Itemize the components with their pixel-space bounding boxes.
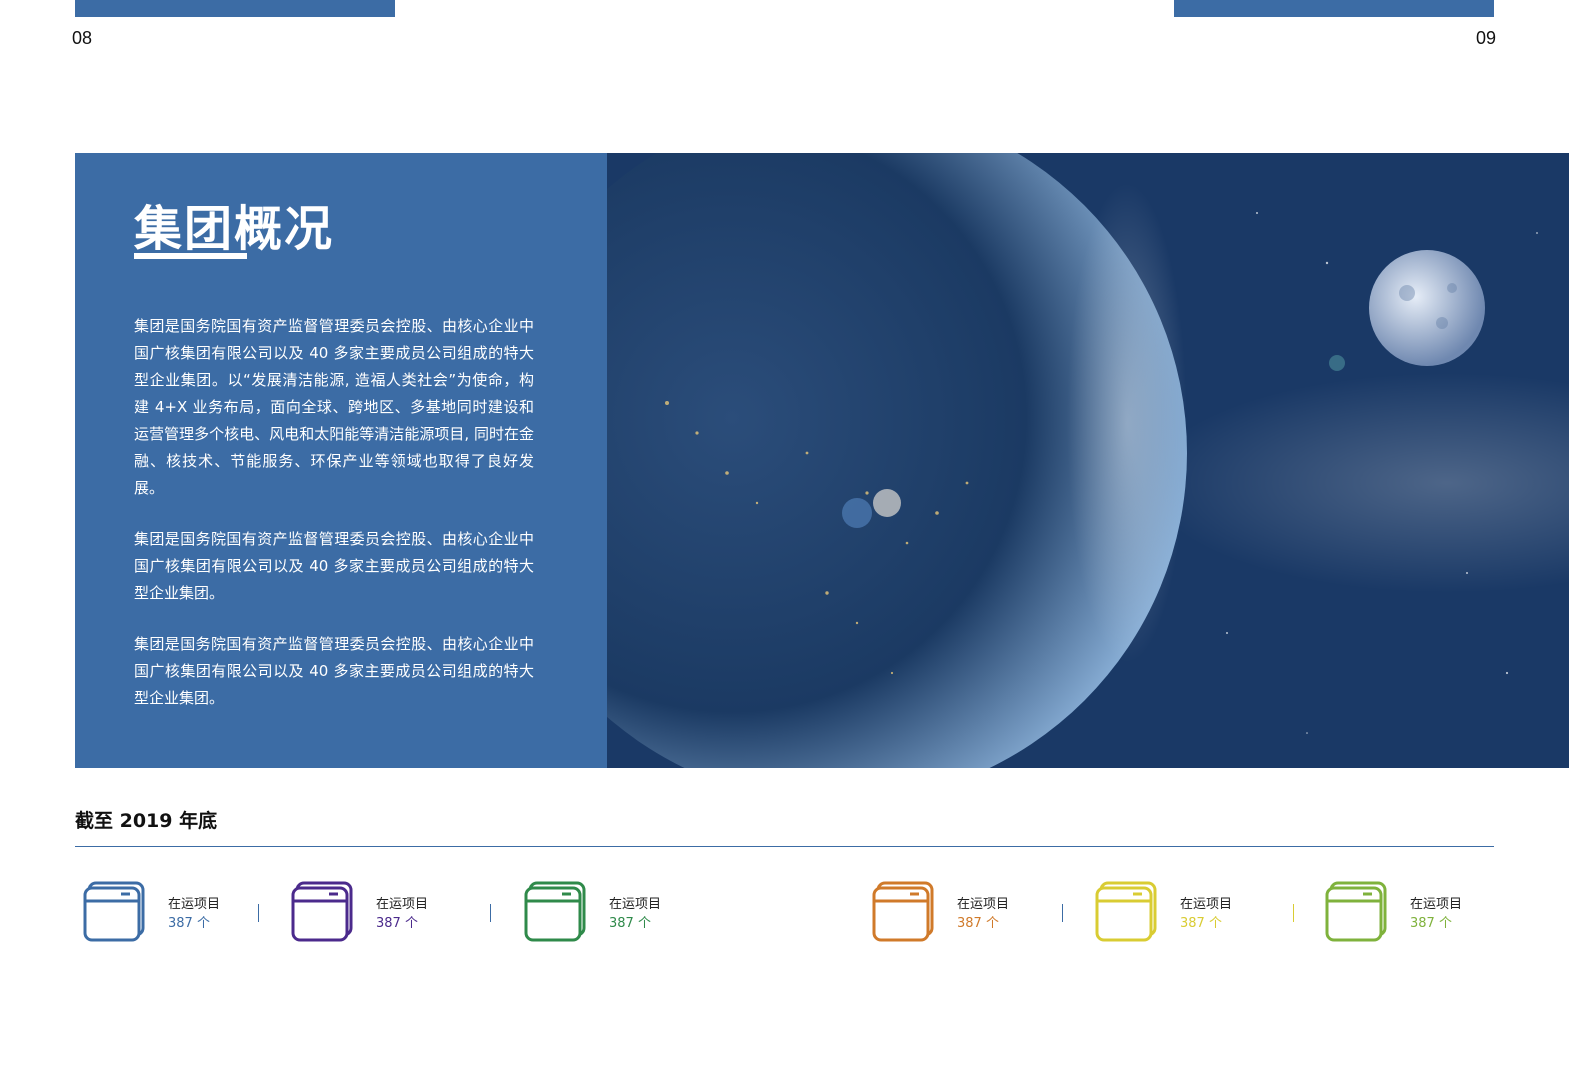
page-number-left: 08 — [72, 28, 93, 48]
hero-paragraph-1: 集团是国务院国有资产监督管理委员会控股、由核心企业中国广核集团有限公司以及 40… — [134, 317, 534, 497]
hero-paragraph-2: 集团是国务院国有资产监督管理委员会控股、由核心企业中国广核集团有限公司以及 40… — [134, 530, 534, 602]
stat-label: 在运项目 — [376, 897, 429, 912]
window-stack-icon — [1325, 881, 1387, 942]
stat-label: 在运项目 — [609, 897, 662, 912]
stats-heading: 截至 2019 年底 — [75, 810, 218, 832]
window-stack-icon — [1095, 881, 1157, 942]
window-stack-icon — [291, 881, 353, 942]
stat-value: 387 个 — [609, 916, 651, 931]
window-stack-icon — [872, 881, 934, 942]
stat-separator — [258, 904, 259, 922]
stat-separator — [1293, 904, 1294, 922]
stat-label: 在运项目 — [1180, 897, 1233, 912]
stat-label: 在运项目 — [1410, 897, 1463, 912]
title-underline — [134, 253, 247, 259]
stat-label: 在运项目 — [168, 897, 221, 912]
earth-image — [607, 153, 1569, 768]
stat-label: 在运项目 — [957, 897, 1010, 912]
stat-value: 387 个 — [957, 916, 999, 931]
hero-panel: 集团概况 集团是国务院国有资产监督管理委员会控股、由核心企业中国广核集团有限公司… — [75, 153, 607, 768]
stat-value: 387 个 — [1410, 916, 1452, 931]
window-stack-icon — [524, 881, 586, 942]
page-number-right: 09 — [1476, 28, 1497, 48]
stat-value: 387 个 — [168, 916, 210, 931]
window-stack-icon — [83, 881, 145, 942]
section-title: 集团概况 — [134, 201, 335, 257]
top-accent-bar-right — [1174, 0, 1494, 17]
top-accent-bar-left — [75, 0, 395, 17]
stat-separator — [1062, 904, 1063, 922]
hero-paragraph-3: 集团是国务院国有资产监督管理委员会控股、由核心企业中国广核集团有限公司以及 40… — [134, 635, 534, 707]
stats-divider — [75, 846, 1494, 847]
stat-value: 387 个 — [1180, 916, 1222, 931]
earth-illustration — [607, 153, 1569, 768]
stat-separator — [490, 904, 491, 922]
stat-value: 387 个 — [376, 916, 418, 931]
hero-body: 集团是国务院国有资产监督管理委员会控股、由核心企业中国广核集团有限公司以及 40… — [134, 313, 534, 736]
